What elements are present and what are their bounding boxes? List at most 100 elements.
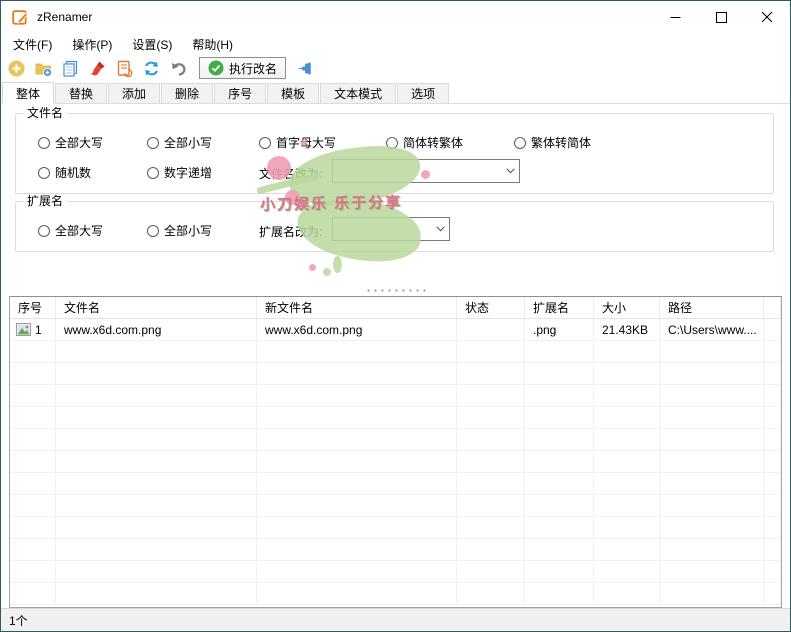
tab-options[interactable]: 选项	[397, 83, 449, 103]
table-empty-row	[10, 539, 781, 561]
radio-circle-icon	[147, 137, 159, 149]
tab-add[interactable]: 添加	[108, 83, 160, 103]
table-empty-row	[10, 341, 781, 363]
radio-filename-capitalize[interactable]: 首字母大写	[259, 134, 336, 151]
tab-template[interactable]: 模板	[267, 83, 319, 103]
column-header-index[interactable]: 序号	[10, 297, 56, 318]
table-empty-row	[10, 385, 781, 407]
table-row[interactable]: 1 www.x6d.com.png www.x6d.com.png .png 2…	[10, 319, 781, 341]
radio-filename-uppercase[interactable]: 全部大写	[38, 134, 103, 151]
maximize-icon	[716, 12, 727, 23]
close-button[interactable]	[744, 1, 790, 33]
radio-filename-lowercase[interactable]: 全部小写	[147, 134, 212, 151]
row-spacer-cell	[764, 319, 781, 340]
window-title: zRenamer	[37, 10, 92, 24]
column-header-status[interactable]: 状态	[457, 297, 525, 318]
row-size-cell: 21.43KB	[594, 319, 660, 340]
menu-bar: 文件(F) 操作(P) 设置(S) 帮助(H)	[1, 33, 790, 55]
radio-number-increment[interactable]: 数字递增	[147, 164, 212, 181]
radio-simplified-to-traditional[interactable]: 简体转繁体	[386, 134, 463, 151]
tab-replace[interactable]: 替换	[55, 83, 107, 103]
tab-content-panel: 文件名 全部大写 全部小写 首字母大写 简体转繁体 繁体转简体	[1, 103, 790, 284]
extension-group-title: 扩展名	[23, 194, 67, 208]
row-new-filename-cell: www.x6d.com.png	[257, 319, 457, 340]
radio-circle-icon	[514, 137, 526, 149]
menu-file[interactable]: 文件(F)	[3, 33, 62, 55]
table-empty-row	[10, 561, 781, 583]
row-filename-cell: www.x6d.com.png	[56, 319, 257, 340]
zrenamer-window: zRenamer 文件(F) 操作(P) 设置(S)	[0, 0, 791, 632]
filename-groupbox: 文件名 全部大写 全部小写 首字母大写 简体转繁体 繁体转简体	[15, 113, 774, 194]
watermark-splash	[323, 268, 331, 276]
radio-ext-uppercase[interactable]: 全部大写	[38, 222, 103, 239]
watermark-splash	[309, 264, 316, 271]
column-header-size[interactable]: 大小	[594, 297, 660, 318]
table-empty-row	[10, 363, 781, 385]
table-empty-row	[10, 451, 781, 473]
row-extension-cell: .png	[525, 319, 594, 340]
tab-number[interactable]: 序号	[214, 83, 266, 103]
table-empty-row	[10, 583, 781, 605]
table-header-row: 序号 文件名 新文件名 状态 扩展名 大小 路径	[10, 297, 781, 319]
radio-ext-lowercase[interactable]: 全部小写	[147, 222, 212, 239]
row-index-cell: 1	[10, 319, 56, 340]
toolbar: 执行改名	[1, 55, 790, 81]
radio-circle-icon	[147, 225, 159, 237]
filename-group-title: 文件名	[23, 106, 67, 120]
row-status-cell	[457, 319, 525, 340]
close-icon	[761, 11, 773, 23]
table-empty-row	[10, 473, 781, 495]
image-file-icon	[16, 323, 31, 336]
radio-traditional-to-simplified[interactable]: 繁体转简体	[514, 134, 591, 151]
panel-splitter[interactable]	[1, 284, 790, 296]
row-path-cell: C:\Users\www....	[660, 319, 764, 340]
pin-icon[interactable]	[296, 60, 313, 77]
tab-bar: 整体 替换 添加 删除 序号 模板 文本模式 选项	[1, 81, 790, 103]
minimize-icon	[670, 12, 681, 23]
copy-list-icon[interactable]	[62, 60, 79, 77]
extension-groupbox: 扩展名 全部大写 全部小写 扩展名改为:	[15, 201, 774, 252]
execute-rename-label: 执行改名	[229, 60, 277, 77]
radio-circle-icon	[38, 167, 50, 179]
execute-rename-button[interactable]: 执行改名	[199, 57, 286, 79]
refresh-icon[interactable]	[143, 60, 160, 77]
ext-change-combobox[interactable]	[332, 217, 450, 241]
minimize-button[interactable]	[652, 1, 698, 33]
check-circle-icon	[208, 60, 224, 76]
chevron-down-icon	[431, 226, 449, 232]
title-bar: zRenamer	[1, 1, 790, 33]
clear-list-icon[interactable]	[89, 60, 106, 77]
add-file-icon[interactable]	[8, 60, 25, 77]
tab-whole[interactable]: 整体	[2, 82, 54, 104]
radio-circle-icon	[38, 137, 50, 149]
file-table: 序号 文件名 新文件名 状态 扩展名 大小 路径 1 www.x6d.com.p…	[9, 296, 782, 608]
app-logo-icon	[12, 9, 29, 26]
menu-help[interactable]: 帮助(H)	[182, 33, 243, 55]
ext-change-label: 扩展名改为:	[259, 223, 322, 240]
menu-operate[interactable]: 操作(P)	[62, 33, 122, 55]
splitter-handle-icon	[365, 289, 427, 292]
column-header-filename[interactable]: 文件名	[56, 297, 257, 318]
undo-icon[interactable]	[170, 60, 187, 77]
column-header-new-filename[interactable]: 新文件名	[257, 297, 457, 318]
radio-circle-icon	[147, 167, 159, 179]
file-count-label: 1个	[9, 612, 28, 629]
tab-delete[interactable]: 删除	[161, 83, 213, 103]
filename-change-label: 文件名改为:	[259, 165, 322, 182]
add-folder-icon[interactable]	[35, 60, 52, 77]
menu-settings[interactable]: 设置(S)	[122, 33, 182, 55]
table-empty-row	[10, 407, 781, 429]
column-header-spacer	[764, 297, 781, 318]
table-empty-row	[10, 517, 781, 539]
maximize-button[interactable]	[698, 1, 744, 33]
edit-list-icon[interactable]	[116, 60, 133, 77]
radio-random-number[interactable]: 随机数	[38, 164, 91, 181]
watermark-splash	[333, 256, 342, 273]
table-empty-row	[10, 429, 781, 451]
column-header-path[interactable]: 路径	[660, 297, 764, 318]
column-header-extension[interactable]: 扩展名	[525, 297, 594, 318]
tab-textmode[interactable]: 文本模式	[320, 83, 396, 103]
status-bar: 1个	[1, 608, 790, 631]
radio-circle-icon	[386, 137, 398, 149]
filename-change-combobox[interactable]	[332, 159, 520, 183]
